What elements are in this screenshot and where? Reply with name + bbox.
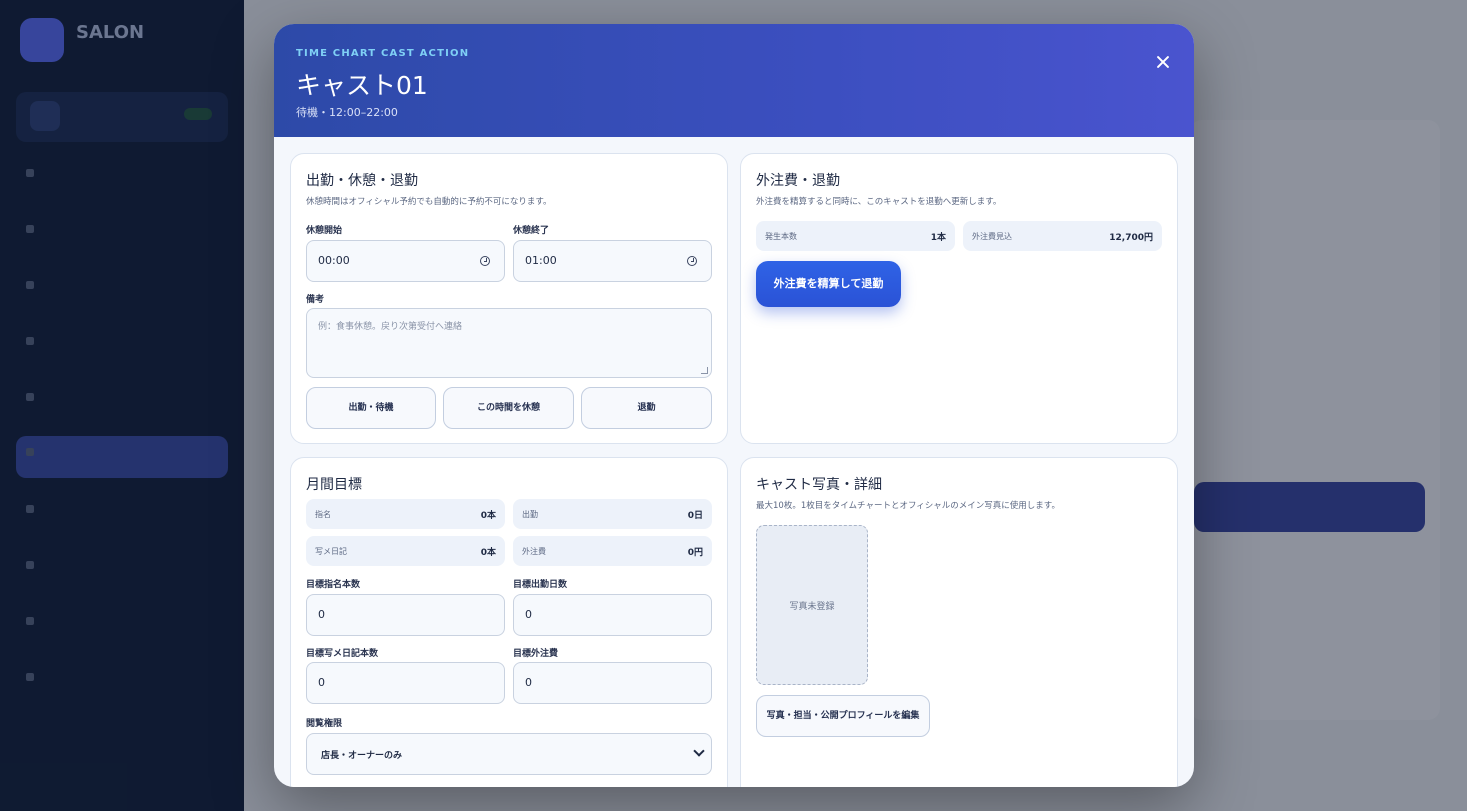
attendance-title: 出勤・休憩・退勤 bbox=[306, 173, 418, 189]
cast-action-modal: TIME CHART CAST ACTION キャスト01 待機・12:00–2… bbox=[274, 24, 1194, 787]
modal-header: TIME CHART CAST ACTION キャスト01 待機・12:00–2… bbox=[274, 24, 1194, 137]
edit-profile-button[interactable]: 写真・担当・公開プロフィールを編集 bbox=[756, 695, 930, 737]
stat-label: 写メ日記 bbox=[315, 547, 347, 556]
target-days-input[interactable]: 0 bbox=[513, 594, 712, 636]
stat-nomination: 指名 0本 bbox=[306, 499, 505, 529]
break-start-input[interactable]: 00:00 bbox=[306, 240, 505, 282]
note-textarea[interactable]: 例：食事休憩。戻り次第受付へ連絡 bbox=[306, 308, 712, 378]
count-stat: 発生本数 1本 bbox=[756, 221, 955, 251]
target-days-label: 目標出勤日数 bbox=[513, 580, 568, 590]
count-value: 1本 bbox=[930, 233, 946, 243]
target-nomination-value: 0 bbox=[318, 608, 325, 621]
photo-title: キャスト写真・詳細 bbox=[756, 477, 882, 493]
break-end-value: 01:00 bbox=[525, 254, 557, 267]
photo-slot[interactable]: 写真未登録 bbox=[756, 525, 868, 685]
stat-outsourcing-fee: 外注費 0円 bbox=[513, 536, 712, 566]
stat-attendance: 出勤 0日 bbox=[513, 499, 712, 529]
modal-eyebrow: TIME CHART CAST ACTION bbox=[296, 48, 470, 59]
stat-value: 0本 bbox=[480, 511, 496, 521]
permission-select[interactable]: 店長・オーナーのみ bbox=[306, 733, 712, 775]
permission-label: 閲覧権限 bbox=[306, 719, 343, 729]
target-diary-value: 0 bbox=[318, 676, 325, 689]
chevron-down-icon bbox=[693, 745, 705, 757]
clock-in-button[interactable]: 出勤・待機 bbox=[306, 387, 436, 429]
stat-label: 出勤 bbox=[522, 510, 538, 519]
clock-out-button[interactable]: 退勤 bbox=[581, 387, 712, 429]
fee-stat: 外注費見込 12,700円 bbox=[963, 221, 1162, 251]
stat-value: 0本 bbox=[480, 548, 496, 558]
target-diary-label: 目標写メ日記本数 bbox=[306, 649, 379, 659]
break-end-input[interactable]: 01:00 bbox=[513, 240, 712, 282]
target-nomination-label: 目標指名本数 bbox=[306, 580, 361, 590]
target-days-value: 0 bbox=[525, 608, 532, 621]
note-placeholder: 例：食事休憩。戻り次第受付へ連絡 bbox=[318, 322, 463, 332]
clock-icon[interactable] bbox=[480, 256, 490, 266]
note-label: 備考 bbox=[306, 295, 325, 305]
break-start-value: 00:00 bbox=[318, 254, 350, 267]
target-fee-label: 目標外注費 bbox=[513, 649, 559, 659]
target-nomination-input[interactable]: 0 bbox=[306, 594, 505, 636]
stat-value: 0円 bbox=[687, 548, 703, 558]
target-fee-value: 0 bbox=[525, 676, 532, 689]
count-label: 発生本数 bbox=[765, 232, 797, 241]
fee-value: 12,700円 bbox=[1109, 233, 1153, 243]
settle-and-clock-out-button[interactable]: 外注費を精算して退勤 bbox=[756, 261, 901, 307]
attendance-desc: 休憩時間はオフィシャル予約でも自動的に予約不可になります。 bbox=[306, 197, 552, 207]
photo-desc: 最大10枚。1枚目をタイムチャートとオフィシャルのメイン写真に使用します。 bbox=[756, 501, 1060, 511]
permission-value: 店長・オーナーのみ bbox=[321, 751, 403, 761]
close-icon[interactable] bbox=[1151, 50, 1175, 74]
cast-status: 待機・12:00–22:00 bbox=[296, 106, 398, 119]
stat-value: 0日 bbox=[687, 511, 703, 521]
cast-name: キャスト01 bbox=[296, 71, 428, 100]
clock-icon[interactable] bbox=[687, 256, 697, 266]
photo-placeholder: 写真未登録 bbox=[789, 602, 835, 612]
break-button[interactable]: この時間を休憩 bbox=[443, 387, 574, 429]
monthly-title: 月間目標 bbox=[306, 477, 362, 493]
outsourcing-panel: 外注費・退勤 外注費を精算すると同時に、このキャストを退勤へ更新します。 発生本… bbox=[740, 153, 1178, 444]
break-end-label: 休憩終了 bbox=[513, 226, 550, 236]
resize-handle-icon[interactable] bbox=[701, 367, 708, 374]
monthly-target-panel: 月間目標 指名 0本 出勤 0日 写メ日記 0本 外注費 0円 目標指名本数 0… bbox=[290, 457, 728, 787]
break-start-label: 休憩開始 bbox=[306, 226, 343, 236]
stat-label: 外注費 bbox=[522, 547, 546, 556]
stat-label: 指名 bbox=[315, 510, 331, 519]
target-fee-input[interactable]: 0 bbox=[513, 662, 712, 704]
outsourcing-desc: 外注費を精算すると同時に、このキャストを退勤へ更新します。 bbox=[756, 197, 1002, 207]
outsourcing-title: 外注費・退勤 bbox=[756, 173, 840, 189]
attendance-panel: 出勤・休憩・退勤 休憩時間はオフィシャル予約でも自動的に予約不可になります。 休… bbox=[290, 153, 728, 444]
fee-label: 外注費見込 bbox=[972, 232, 1012, 241]
target-diary-input[interactable]: 0 bbox=[306, 662, 505, 704]
stat-photo-diary: 写メ日記 0本 bbox=[306, 536, 505, 566]
cast-photo-panel: キャスト写真・詳細 最大10枚。1枚目をタイムチャートとオフィシャルのメイン写真… bbox=[740, 457, 1178, 787]
